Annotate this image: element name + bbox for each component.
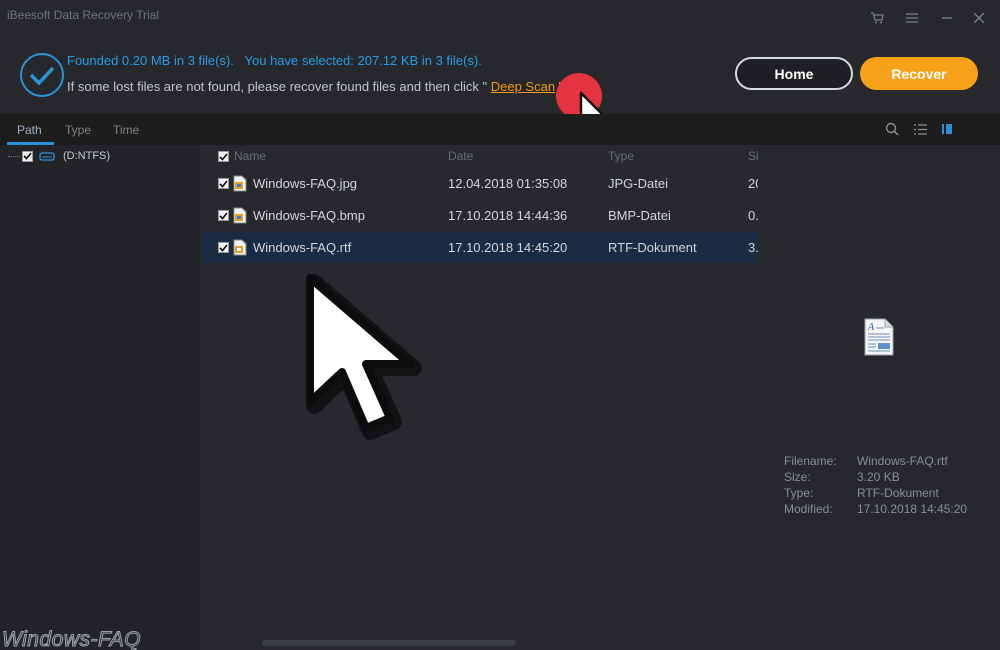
preview-view-icon[interactable] [940,121,956,137]
file-type: RTF-Dokument [608,240,697,255]
meta-label-size: Size: [784,470,811,484]
meta-label-type: Type: [784,486,814,500]
file-type: BMP-Datei [608,208,671,223]
column-header-name[interactable]: Name [234,149,266,163]
meta-filename: Windows-FAQ.rtf [857,454,948,468]
table-row-selected[interactable]: Windows-FAQ.rtf 17.10.2018 14:45:20 RTF-… [202,232,758,263]
recover-button[interactable]: Recover [860,57,978,90]
folder-tree: (D:NTFS) [0,145,200,650]
table-row[interactable]: Windows-FAQ.bmp 17.10.2018 14:44:36 BMP-… [202,200,758,231]
close-icon[interactable] [969,8,989,28]
tree-item-drive[interactable]: (D:NTFS) [8,148,110,164]
app-title: iBeesoft Data Recovery Trial [7,8,160,22]
file-type: JPG-Datei [608,176,668,191]
tab-path[interactable]: Path [17,123,42,137]
row-checkbox[interactable] [218,242,229,253]
image-file-icon [233,207,247,224]
large-pointer-icon [306,274,422,440]
meta-label-modified: Modified: [784,502,833,516]
success-check-icon [20,53,64,97]
minimize-icon[interactable] [937,8,957,28]
file-name: Windows-FAQ.bmp [253,208,365,223]
table-row[interactable]: Windows-FAQ.jpg 12.04.2018 01:35:08 JPG-… [202,168,758,199]
tree-connector [8,155,20,157]
tab-type[interactable]: Type [65,123,91,137]
menu-icon[interactable] [902,8,922,28]
rtf-document-icon: A [864,318,894,356]
file-size: 3. [748,240,758,255]
file-name: Windows-FAQ.rtf [253,240,352,255]
meta-type: RTF-Dokument [857,486,939,500]
deep-scan-hint-prefix: If some lost files are not found, please… [67,79,491,94]
document-file-icon [233,239,247,256]
search-icon[interactable] [884,121,900,137]
file-metadata: Filename: Windows-FAQ.rtf Size: 3.20 KB Ty… [784,454,1000,518]
scan-summary-text: Founded 0.20 MB in 3 file(s). You have s… [67,53,482,68]
column-header-date[interactable]: Date [448,149,473,163]
deep-scan-hint: If some lost files are not found, please… [67,79,563,94]
meta-modified: 17.10.2018 14:45:20 [857,502,968,516]
drive-label: (D:NTFS) [63,150,111,162]
list-view-icon[interactable] [912,121,928,137]
column-header-size[interactable]: Si [748,149,758,163]
meta-label-filename: Filename: [784,454,837,468]
scan-result-banner: Founded 0.20 MB in 3 file(s). You have s… [0,36,1000,135]
column-header-type[interactable]: Type [608,149,634,163]
file-list: Name Date Type Si Windows-FAQ.jpg 12.04.… [202,145,758,650]
file-list-header: Name Date Type Si [202,145,758,167]
meta-size: 3.20 KB [857,470,900,484]
horizontal-scrollbar[interactable] [262,640,516,646]
file-size: 20 [748,176,758,191]
select-all-checkbox[interactable] [218,151,229,162]
view-toolbar: Path Type Time [0,114,1000,145]
deep-scan-link[interactable]: Deep Scan [491,79,555,94]
row-checkbox[interactable] [218,210,229,221]
home-button[interactable]: Home [735,57,853,90]
hard-drive-icon [39,151,55,161]
file-name: Windows-FAQ.jpg [253,176,358,191]
tab-time[interactable]: Time [113,123,139,137]
svg-text:A: A [867,322,875,333]
file-size: 0. [748,208,758,223]
file-date: 12.04.2018 01:35:08 [448,176,568,191]
preview-panel: A Filename: Windows-FAQ.rtf Size: 3.20 KB … [762,145,1000,650]
drive-checkbox[interactable] [22,150,33,162]
file-date: 17.10.2018 14:44:36 [448,208,568,223]
image-file-icon [233,175,247,192]
file-date: 17.10.2018 14:45:20 [448,240,568,255]
cart-icon[interactable] [867,8,887,28]
watermark-text: Windows-FAQ [1,628,142,650]
title-bar: iBeesoft Data Recovery Trial [0,0,1000,36]
row-checkbox[interactable] [218,178,229,189]
